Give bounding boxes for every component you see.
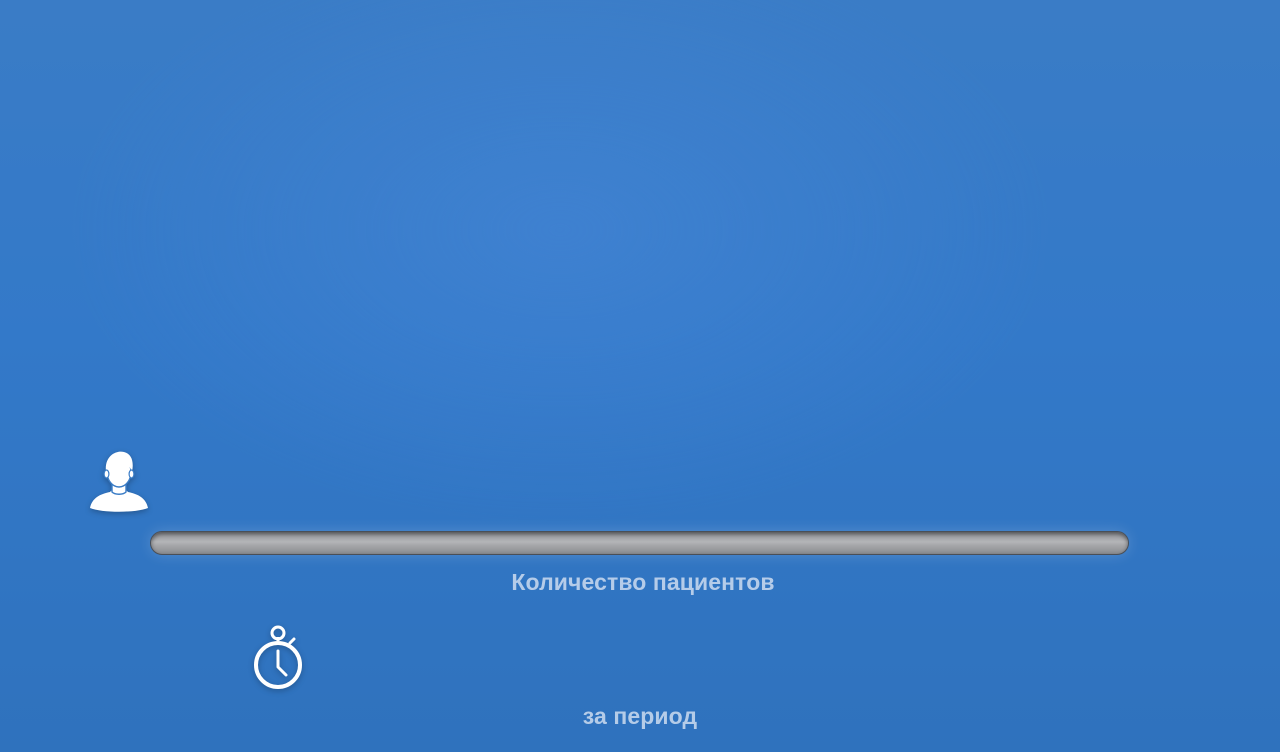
patients-count-label: Количество пациентов (511, 569, 775, 595)
stats-screen: Количество пациентов за период (0, 0, 1280, 752)
stopwatch-icon (254, 625, 302, 689)
patients-progress-bar (150, 531, 1129, 555)
period-label: за период (582, 703, 698, 729)
patient-avatar-icon (90, 451, 148, 512)
